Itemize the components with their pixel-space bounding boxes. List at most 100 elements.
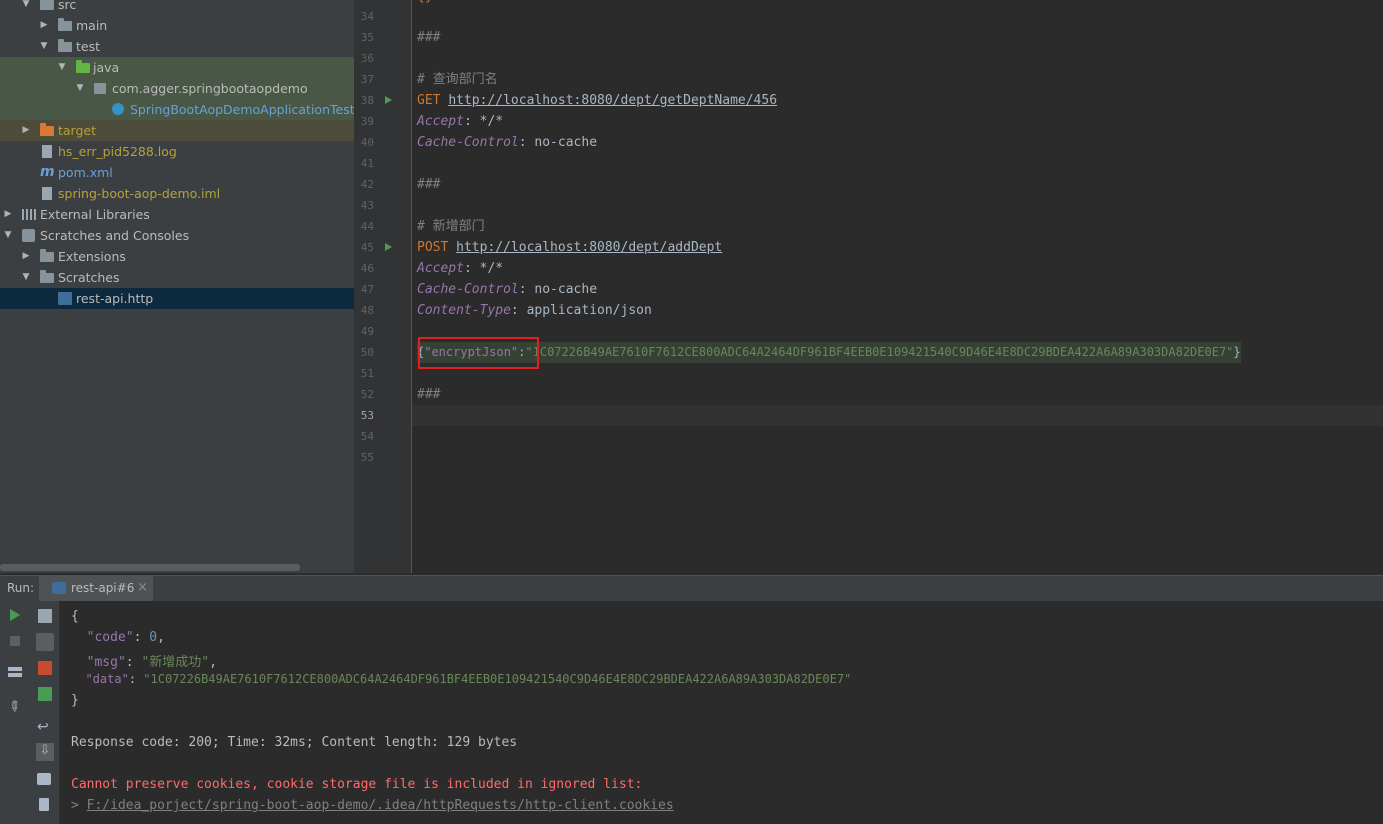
- cookie-file-link[interactable]: F:/idea_porject/spring-boot-aop-demo/.id…: [87, 798, 674, 813]
- current-line-highlight: [412, 405, 1383, 426]
- chevron-right-icon[interactable]: ▶: [2, 204, 14, 225]
- code-line: ###: [417, 177, 441, 192]
- request-body-line: {"encryptJson":"1C07226B49AE7610F7612CE8…: [417, 342, 1241, 363]
- file-icon: [42, 187, 52, 200]
- file-icon[interactable]: [38, 609, 52, 623]
- tree-item-log[interactable]: hs_err_pid5288.log: [0, 141, 354, 162]
- json-file-icon[interactable]: [38, 661, 52, 675]
- code-editor[interactable]: {} ### # 查询部门名 GET http://localhost:8080…: [412, 0, 1383, 573]
- tree-item-main[interactable]: ▶ main: [0, 15, 354, 36]
- header-value: : no-cache: [518, 135, 598, 150]
- line-number: 54: [360, 430, 374, 443]
- code-line: ###: [417, 387, 441, 402]
- console-line: {: [71, 609, 79, 624]
- editor-gutter: 34 35 36 37 38 39 40 41 42 43 44 45 46 4…: [354, 0, 412, 573]
- json-key: "data": [85, 672, 129, 686]
- file-icon: [42, 145, 52, 158]
- folder-icon: [58, 39, 72, 52]
- header-value: : */*: [463, 261, 504, 276]
- history-icon[interactable]: [36, 633, 54, 651]
- tree-item-extensions[interactable]: ▶ Extensions: [0, 246, 354, 267]
- folder-icon: [40, 270, 54, 283]
- tree-item-rest-api[interactable]: rest-api.http: [0, 288, 354, 309]
- soft-wrap-icon[interactable]: ↩: [37, 719, 51, 735]
- header-name: Accept: [417, 114, 464, 129]
- line-number: 44: [360, 220, 374, 233]
- run-console[interactable]: { "code": 0, "msg": "新增成功", "data": "1C0…: [60, 601, 1383, 824]
- console-line: "data": "1C07226B49AE7610F7612CE800ADC64…: [85, 672, 852, 686]
- chevron-down-icon[interactable]: ▼: [20, 0, 32, 15]
- play-icon[interactable]: [10, 609, 20, 621]
- code-line: Accept: */*: [417, 111, 503, 132]
- class-icon: [112, 103, 124, 115]
- line-number: 38: [360, 94, 374, 107]
- json-value: "1C07226B49AE7610F7612CE800ADC64A2464DF9…: [525, 345, 1234, 359]
- tree-item-scratches-consoles[interactable]: ▼ Scratches and Consoles: [0, 225, 354, 246]
- chevron-down-icon[interactable]: ▼: [2, 225, 14, 246]
- tree-item-src[interactable]: ▼ src: [0, 0, 354, 15]
- chevron-right-icon[interactable]: ▶: [38, 15, 50, 36]
- code-line: Content-Type: application/json: [417, 300, 652, 321]
- code-line: # 查询部门名: [417, 72, 498, 87]
- chevron-down-icon[interactable]: ▼: [38, 36, 50, 57]
- chevron-down-icon[interactable]: ▼: [20, 267, 32, 288]
- run-tab-label: rest-api#6: [71, 581, 135, 595]
- tree-horizontal-scrollbar[interactable]: [0, 564, 300, 571]
- line-number: 48: [360, 304, 374, 317]
- line-number: 46: [360, 262, 374, 275]
- trash-icon[interactable]: [39, 798, 49, 811]
- pin-icon[interactable]: ✎: [4, 697, 24, 717]
- folder-icon: [76, 60, 90, 73]
- library-icon: [22, 209, 36, 220]
- close-icon[interactable]: ×: [137, 580, 148, 595]
- tree-item-target[interactable]: ▶ target: [0, 120, 354, 141]
- tree-item-test-class[interactable]: SpringBootAopDemoApplicationTests: [0, 99, 354, 120]
- header-name: Cache-Control: [417, 282, 519, 297]
- layout-icon[interactable]: [8, 667, 22, 677]
- tree-item-test[interactable]: ▼ test: [0, 36, 354, 57]
- tree-item-iml[interactable]: spring-boot-aop-demo.iml: [0, 183, 354, 204]
- http-method: POST: [417, 240, 449, 255]
- folder-icon: [40, 0, 54, 10]
- request-url[interactable]: http://localhost:8080/dept/getDeptName/4…: [448, 93, 777, 108]
- tree-item-pom[interactable]: m pom.xml: [0, 162, 354, 183]
- chevron-right-icon[interactable]: ▶: [20, 120, 32, 141]
- code-line: POST http://localhost:8080/dept/addDept: [417, 237, 722, 258]
- request-url[interactable]: http://localhost:8080/dept/addDept: [456, 240, 722, 255]
- tree-item-package[interactable]: ▼ com.agger.springbootaopdemo: [0, 78, 354, 99]
- run-tab[interactable]: rest-api#6 ×: [39, 576, 153, 601]
- print-icon[interactable]: [37, 773, 51, 785]
- http-method: GET: [417, 93, 441, 108]
- code-line: ###: [417, 30, 441, 45]
- line-number: 37: [360, 73, 374, 86]
- json-key: "code": [86, 630, 134, 645]
- highlight-box: [418, 337, 539, 369]
- tree-item-java[interactable]: ▼ java: [0, 57, 354, 78]
- console-line: }: [71, 693, 79, 708]
- line-number: 49: [360, 325, 374, 338]
- api-file-icon: [58, 292, 72, 305]
- tree-item-scratches[interactable]: ▼ Scratches: [0, 267, 354, 288]
- html-file-icon[interactable]: [38, 687, 52, 701]
- chevron-down-icon[interactable]: ▼: [74, 78, 86, 99]
- scroll-to-end-icon[interactable]: ⇩: [36, 743, 54, 761]
- run-request-icon[interactable]: [385, 243, 392, 251]
- code-line-fragment: {}: [417, 0, 433, 7]
- error-message: Cannot preserve cookies, cookie storage …: [71, 777, 643, 792]
- tree-item-external-libraries[interactable]: ▶ External Libraries: [0, 204, 354, 225]
- json-value: "新增成功": [141, 655, 210, 670]
- code-line: Accept: */*: [417, 258, 503, 279]
- chevron-down-icon[interactable]: ▼: [56, 57, 68, 78]
- line-number: 53: [360, 409, 374, 422]
- run-request-icon[interactable]: [385, 96, 392, 104]
- run-secondary-toolbar: ↩ ⇩: [30, 601, 60, 824]
- line-number: 42: [360, 178, 374, 191]
- code-line: Cache-Control: no-cache: [417, 279, 597, 300]
- stop-icon[interactable]: [10, 636, 20, 646]
- json-key: "msg": [86, 655, 126, 670]
- chevron-right-icon[interactable]: ▶: [20, 246, 32, 267]
- project-tree: ▼ src ▶ main ▼ test ▼ java ▼ com.agger.s…: [0, 0, 354, 573]
- response-summary: Response code: 200; Time: 32ms; Content …: [71, 735, 518, 750]
- line-number: 35: [360, 31, 374, 44]
- folder-icon: [40, 249, 54, 262]
